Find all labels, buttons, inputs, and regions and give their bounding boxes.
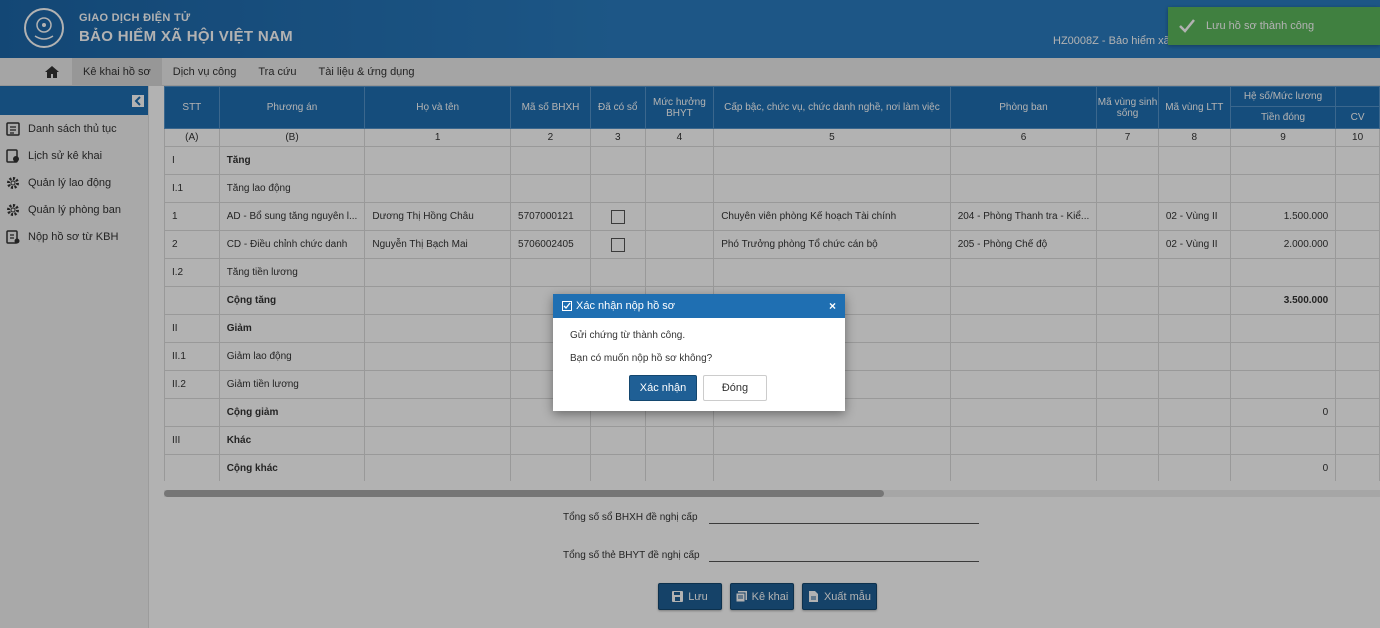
checkbox-icon <box>562 301 572 311</box>
dialog-message-1: Gửi chứng từ thành công. <box>570 330 686 341</box>
dialog-message-2: Bạn có muốn nộp hồ sơ không? <box>570 353 713 364</box>
dialog-title: Xác nhận nộp hồ sơ <box>576 300 675 312</box>
confirm-button[interactable]: Xác nhận <box>629 375 697 401</box>
close-button[interactable]: Đóng <box>703 375 767 401</box>
close-icon[interactable]: × <box>829 299 836 313</box>
dialog-header: Xác nhận nộp hồ sơ × <box>553 294 845 318</box>
confirm-submit-dialog: Xác nhận nộp hồ sơ × Gửi chứng từ thành … <box>553 294 845 411</box>
